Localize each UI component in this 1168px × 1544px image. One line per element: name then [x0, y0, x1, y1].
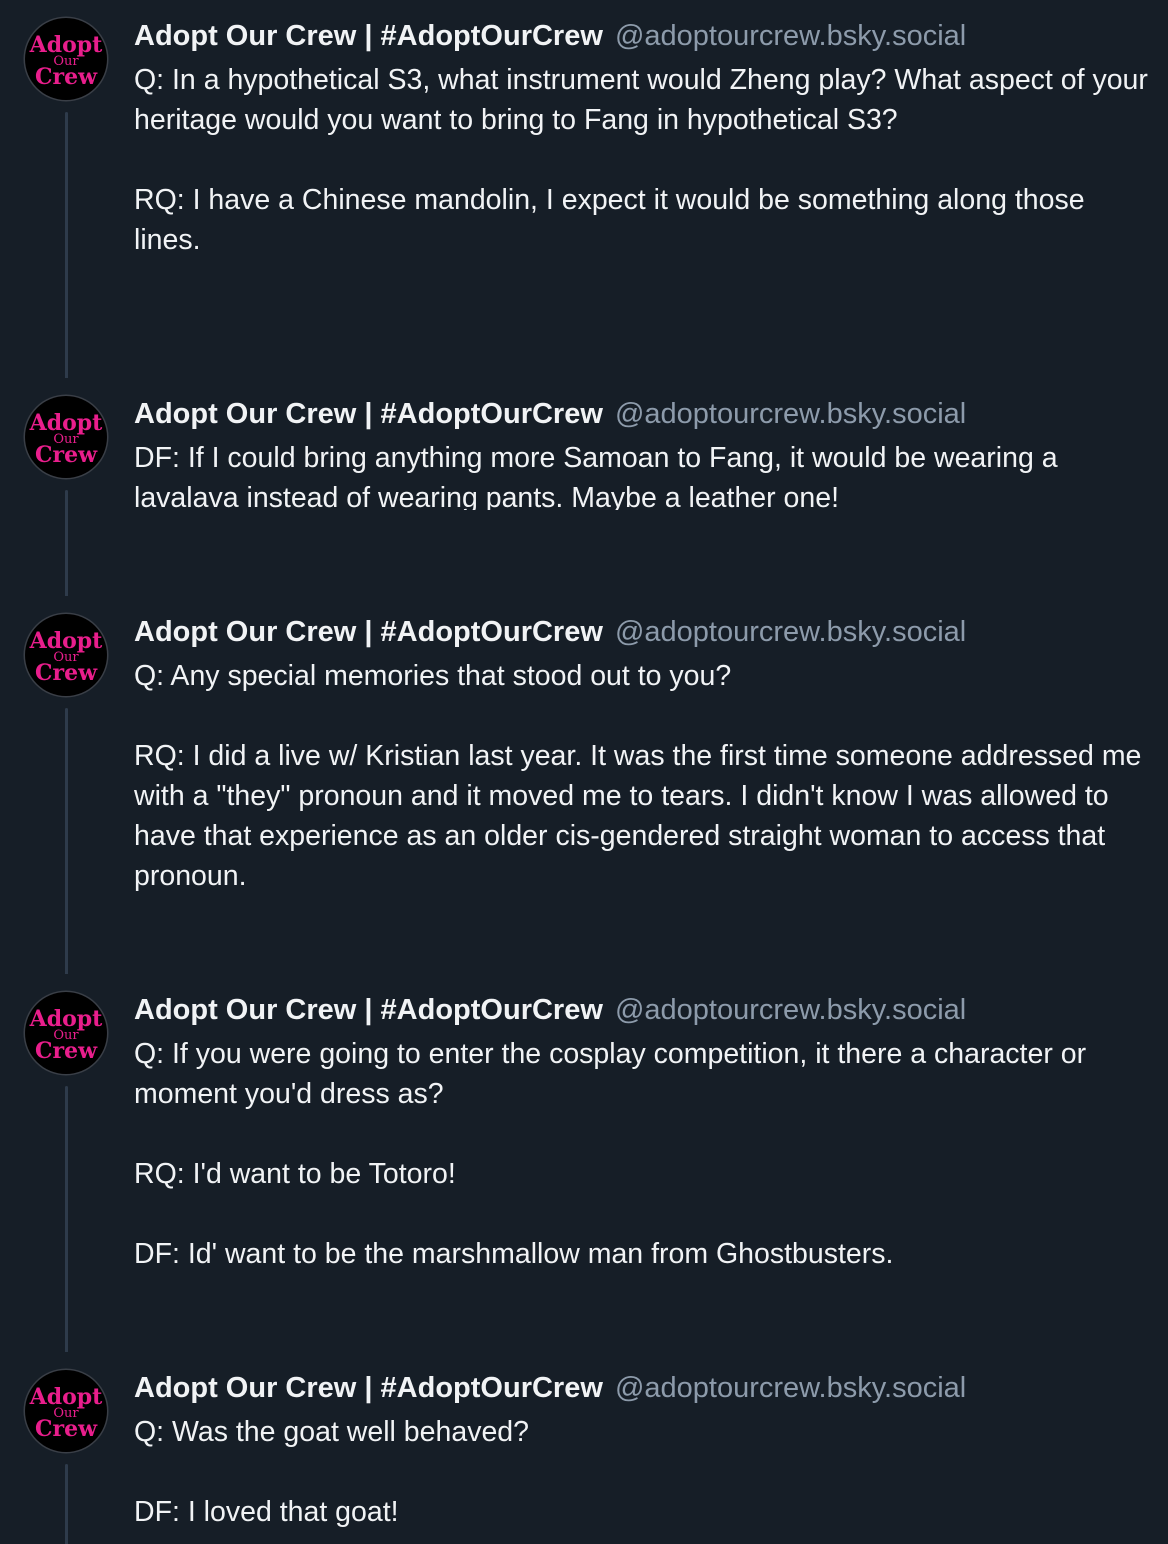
logo-line-3: Crew — [35, 1038, 98, 1064]
post-header: Adopt Our Crew | #AdoptOurCrew @adoptour… — [134, 16, 966, 56]
post-paragraph: Q: In a hypothetical S3, what instrument… — [134, 64, 1156, 136]
post-header: Adopt Our Crew | #AdoptOurCrew @adoptour… — [134, 990, 966, 1030]
author-handle[interactable]: @adoptourcrew.bsky.social — [615, 1372, 966, 1404]
logo-line-3: Crew — [35, 1416, 98, 1442]
avatar[interactable]: Adopt Our Crew — [25, 992, 107, 1074]
post-paragraph: Q: If you were going to enter the cospla… — [134, 1038, 1094, 1110]
post-text: Q: In a hypothetical S3, what instrument… — [134, 60, 1154, 260]
avatar[interactable]: Adopt Our Crew — [25, 18, 107, 100]
thread-connector-line — [65, 112, 68, 378]
post-paragraph: RQ: I'd want to be Totoro! — [134, 1158, 456, 1190]
author-name[interactable]: Adopt Our Crew | #AdoptOurCrew — [134, 398, 603, 430]
post-paragraph: RQ: I have a Chinese mandolin, I expect … — [134, 184, 1093, 256]
adopt-our-crew-logo-icon: Adopt Our Crew — [29, 410, 104, 468]
post-text: DF: If I could bring anything more Samoa… — [134, 438, 1154, 510]
author-handle[interactable]: @adoptourcrew.bsky.social — [615, 398, 966, 430]
author-name[interactable]: Adopt Our Crew | #AdoptOurCrew — [134, 1372, 603, 1404]
post-paragraph: DF: Id' want to be the marshmallow man f… — [134, 1238, 894, 1270]
adopt-our-crew-logo-icon: Adopt Our Crew — [29, 32, 104, 90]
post-text: Q: Was the goat well behaved? DF: I love… — [134, 1412, 1154, 1532]
author-handle[interactable]: @adoptourcrew.bsky.social — [615, 994, 966, 1026]
author-name[interactable]: Adopt Our Crew | #AdoptOurCrew — [134, 994, 603, 1026]
post-header: Adopt Our Crew | #AdoptOurCrew @adoptour… — [134, 394, 966, 434]
thread-post[interactable]: Adopt Our Crew Adopt Our Crew | #AdoptOu… — [0, 974, 1168, 1352]
avatar[interactable]: Adopt Our Crew — [25, 1370, 107, 1452]
thread-post[interactable]: Adopt Our Crew Adopt Our Crew | #AdoptOu… — [0, 378, 1168, 596]
post-paragraph: DF: If I could bring anything more Samoa… — [134, 442, 1066, 510]
avatar[interactable]: Adopt Our Crew — [25, 614, 107, 696]
post-paragraph: DF: I loved that goat! — [134, 1496, 399, 1528]
adopt-our-crew-logo-icon: Adopt Our Crew — [29, 1006, 104, 1064]
avatar[interactable]: Adopt Our Crew — [25, 396, 107, 478]
post-paragraph: RQ: I did a live w/ Kristian last year. … — [134, 740, 1150, 892]
post-text: Q: If you were going to enter the cospla… — [134, 1034, 1154, 1326]
thread-post[interactable]: Adopt Our Crew Adopt Our Crew | #AdoptOu… — [0, 596, 1168, 974]
post-paragraph: Q: Was the goat well behaved? — [134, 1416, 530, 1448]
thread-post[interactable]: Adopt Our Crew Adopt Our Crew | #AdoptOu… — [0, 1352, 1168, 1544]
thread-connector-line — [65, 490, 68, 596]
author-name[interactable]: Adopt Our Crew | #AdoptOurCrew — [134, 616, 603, 648]
post-text: Q: Any special memories that stood out t… — [134, 656, 1154, 896]
post-paragraph: Q: Any special memories that stood out t… — [134, 660, 732, 692]
author-handle[interactable]: @adoptourcrew.bsky.social — [615, 20, 966, 52]
thread-post[interactable]: Adopt Our Crew Adopt Our Crew | #AdoptOu… — [0, 0, 1168, 378]
thread-connector-line — [65, 708, 68, 974]
post-header: Adopt Our Crew | #AdoptOurCrew @adoptour… — [134, 1368, 966, 1408]
adopt-our-crew-logo-icon: Adopt Our Crew — [29, 1384, 104, 1442]
logo-line-3: Crew — [35, 660, 98, 686]
logo-line-3: Crew — [35, 442, 98, 468]
adopt-our-crew-logo-icon: Adopt Our Crew — [29, 628, 104, 686]
logo-line-3: Crew — [35, 64, 98, 90]
author-name[interactable]: Adopt Our Crew | #AdoptOurCrew — [134, 20, 603, 52]
thread-connector-line — [65, 1464, 68, 1544]
thread-connector-line — [65, 1086, 68, 1352]
post-header: Adopt Our Crew | #AdoptOurCrew @adoptour… — [134, 612, 966, 652]
author-handle[interactable]: @adoptourcrew.bsky.social — [615, 616, 966, 648]
